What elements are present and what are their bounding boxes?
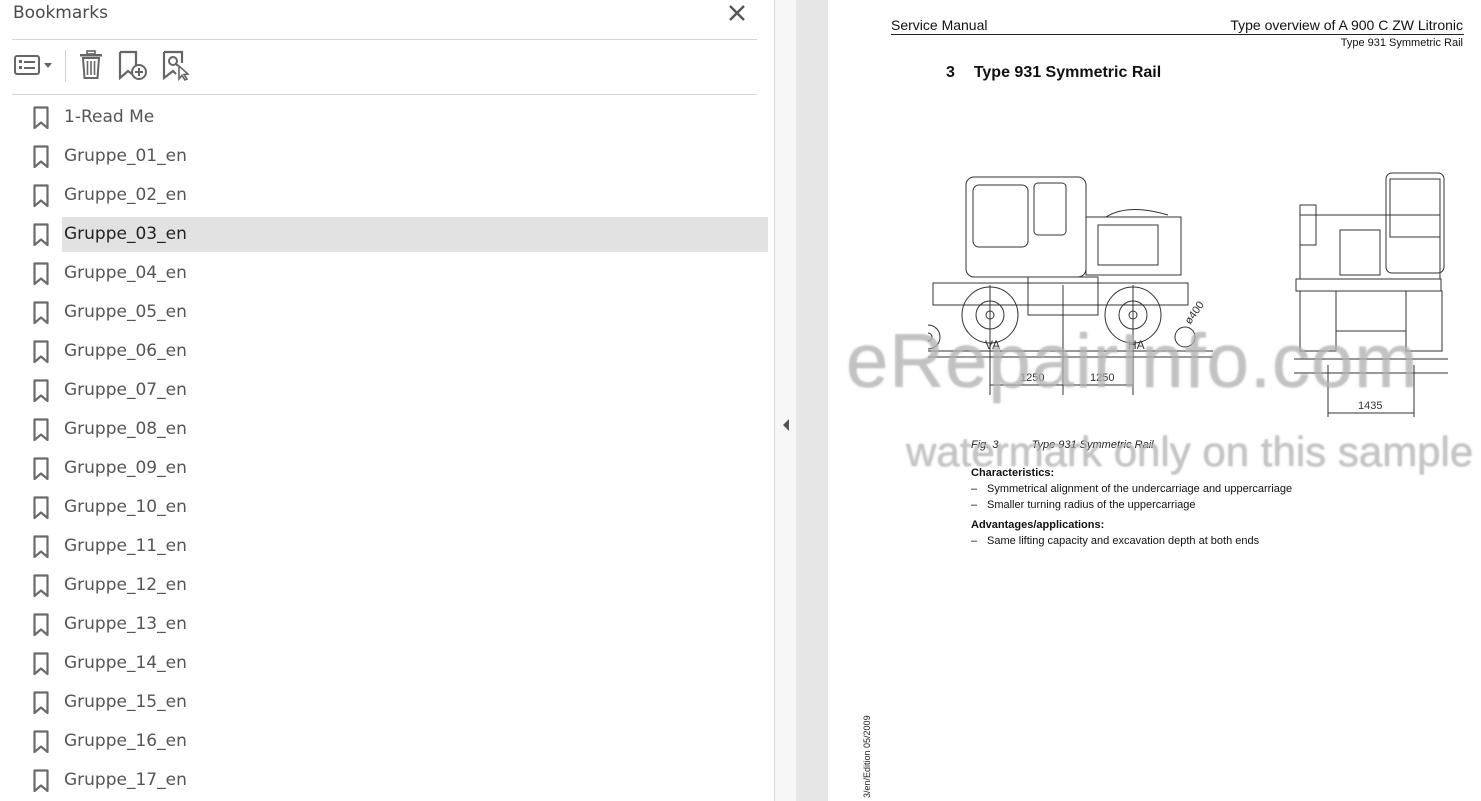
bookmark-icon <box>33 457 49 481</box>
add-bookmark-icon <box>117 50 149 85</box>
bookmark-icon <box>33 496 49 520</box>
bookmark-icon <box>33 613 49 637</box>
header-left: Service Manual <box>891 17 988 33</box>
bookmarks-panel: Bookmarks 1-Read Me Gruppe_01_en Gruppe_… <box>0 0 774 801</box>
trash-icon <box>76 50 106 85</box>
section-heading: 3 Type 931 Symmetric Rail <box>946 64 1161 82</box>
bookmark-icon <box>33 262 49 286</box>
bookmark-icon <box>33 418 49 442</box>
bookmark-icon <box>33 379 49 403</box>
bookmark-icon <box>33 340 49 364</box>
header-right: Type overview of A 900 C ZW Litronic <box>1230 17 1463 33</box>
bookmark-item[interactable]: Gruppe_02_en <box>26 178 766 213</box>
characteristics-heading: Characteristics: <box>971 467 1055 479</box>
watermark-logo: eRepairInfo.com <box>846 319 1419 404</box>
bookmark-label: Gruppe_11_en <box>64 536 187 556</box>
bookmark-item[interactable]: Gruppe_07_en <box>26 373 766 408</box>
bookmark-item[interactable]: Gruppe_10_en <box>26 490 766 525</box>
close-icon[interactable] <box>726 2 748 24</box>
list-item: Symmetrical alignment of the undercarria… <box>971 481 1292 497</box>
bookmark-icon <box>33 223 49 247</box>
divider <box>12 94 757 95</box>
list-item: Smaller turning radius of the uppercarri… <box>971 497 1292 513</box>
bookmark-icon <box>33 145 49 169</box>
options-menu-button[interactable] <box>12 49 56 81</box>
bookmark-label: Gruppe_17_en <box>64 770 187 790</box>
find-bookmark-icon <box>160 50 192 85</box>
bookmark-label: Gruppe_13_en <box>64 614 187 634</box>
bookmark-icon <box>33 691 49 715</box>
bookmark-label: Gruppe_04_en <box>64 263 187 283</box>
collapse-arrow-icon[interactable] <box>781 417 791 433</box>
list-options-icon <box>12 55 56 85</box>
bookmark-label: Gruppe_12_en <box>64 575 187 595</box>
bookmark-item[interactable]: Gruppe_01_en <box>26 139 766 174</box>
section-number: 3 <box>946 64 955 81</box>
bookmark-item[interactable]: Gruppe_12_en <box>26 568 766 603</box>
panel-title: Bookmarks <box>13 3 108 23</box>
bookmark-label: Gruppe_14_en <box>64 653 187 673</box>
bookmark-item[interactable]: Gruppe_17_en <box>26 763 766 798</box>
bookmark-icon <box>33 730 49 754</box>
new-bookmark-button[interactable] <box>117 49 149 81</box>
toolbar-divider <box>65 50 66 82</box>
find-bookmark-button[interactable] <box>160 49 192 82</box>
header-rule <box>891 34 1464 35</box>
bookmark-label: Gruppe_06_en <box>64 341 187 361</box>
bookmark-label: Gruppe_01_en <box>64 146 187 166</box>
bookmark-icon <box>33 106 49 130</box>
bookmark-item[interactable]: Gruppe_15_en <box>26 685 766 720</box>
advantages-heading: Advantages/applications: <box>971 519 1105 531</box>
bookmark-label: Gruppe_09_en <box>64 458 187 478</box>
bookmark-icon <box>33 184 49 208</box>
bookmark-label: Gruppe_15_en <box>64 692 187 712</box>
section-title: Type 931 Symmetric Rail <box>973 64 1162 81</box>
document-page: Service Manual Type overview of A 900 C … <box>828 0 1481 801</box>
bookmark-icon <box>33 535 49 559</box>
bookmark-item[interactable]: Gruppe_11_en <box>26 529 766 564</box>
bookmark-icon <box>33 301 49 325</box>
bookmark-icon <box>33 652 49 676</box>
bookmark-icon <box>33 574 49 598</box>
edition-note: 3/en/Edition 05/2009 <box>862 715 872 798</box>
bookmark-item[interactable]: Gruppe_08_en <box>26 412 766 447</box>
document-gutter <box>796 0 828 801</box>
bookmark-label: Gruppe_10_en <box>64 497 187 517</box>
bookmark-label: Gruppe_05_en <box>64 302 187 322</box>
bookmark-icon <box>33 769 49 793</box>
bookmark-label: Gruppe_08_en <box>64 419 187 439</box>
bookmark-item[interactable]: 1-Read Me <box>26 100 766 135</box>
bookmark-item[interactable]: Gruppe_06_en <box>26 334 766 369</box>
bookmark-item[interactable]: Gruppe_13_en <box>26 607 766 642</box>
header-subtitle: Type 931 Symmetric Rail <box>1340 37 1463 49</box>
divider <box>12 39 757 40</box>
bookmark-item[interactable]: Gruppe_16_en <box>26 724 766 759</box>
panel-splitter[interactable] <box>774 0 797 801</box>
bookmark-item[interactable]: Gruppe_05_en <box>26 295 766 330</box>
bookmark-label: Gruppe_07_en <box>64 380 187 400</box>
bookmark-item[interactable]: Gruppe_03_en <box>26 217 768 252</box>
bookmark-item[interactable]: Gruppe_09_en <box>26 451 766 486</box>
bookmark-label: Gruppe_16_en <box>64 731 187 751</box>
body-text: Characteristics: Symmetrical alignment o… <box>971 465 1292 549</box>
bookmark-item[interactable]: Gruppe_04_en <box>26 256 766 291</box>
list-item: Same lifting capacity and excavation dep… <box>971 533 1292 549</box>
bookmark-item[interactable]: Gruppe_14_en <box>26 646 766 681</box>
bookmark-label: Gruppe_03_en <box>62 217 768 252</box>
bookmark-label: Gruppe_02_en <box>64 185 187 205</box>
bookmark-label: 1-Read Me <box>64 107 155 127</box>
delete-bookmark-button[interactable] <box>76 49 106 81</box>
